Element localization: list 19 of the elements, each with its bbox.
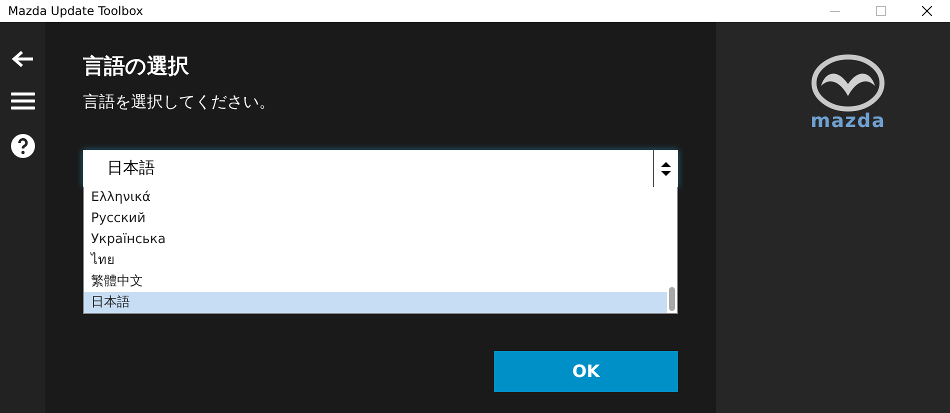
- language-option[interactable]: 日本語: [84, 292, 667, 313]
- language-option[interactable]: 繁體中文: [84, 271, 667, 292]
- language-dropdown[interactable]: 日本語: [83, 150, 678, 187]
- help-icon[interactable]: [10, 134, 34, 158]
- language-option[interactable]: Русский: [84, 208, 667, 229]
- page-heading: 言語の選択: [83, 53, 190, 80]
- back-arrow-icon[interactable]: [10, 50, 34, 68]
- language-option[interactable]: ไทย: [84, 250, 667, 271]
- language-option[interactable]: Українська: [84, 229, 667, 250]
- close-icon[interactable]: [922, 6, 932, 16]
- sort-arrows-icon: [661, 160, 671, 176]
- scrollbar-thumb[interactable]: [669, 287, 675, 311]
- menu-icon[interactable]: [10, 92, 34, 110]
- language-option[interactable]: Ελληνικά: [84, 187, 667, 208]
- ok-button[interactable]: OK: [494, 351, 678, 392]
- emblem-icon: [811, 54, 885, 112]
- brand-wordmark: mazda: [810, 110, 886, 132]
- instruction-text: 言語を選択してください。: [83, 92, 276, 113]
- window-title: Mazda Update Toolbox: [7, 4, 144, 18]
